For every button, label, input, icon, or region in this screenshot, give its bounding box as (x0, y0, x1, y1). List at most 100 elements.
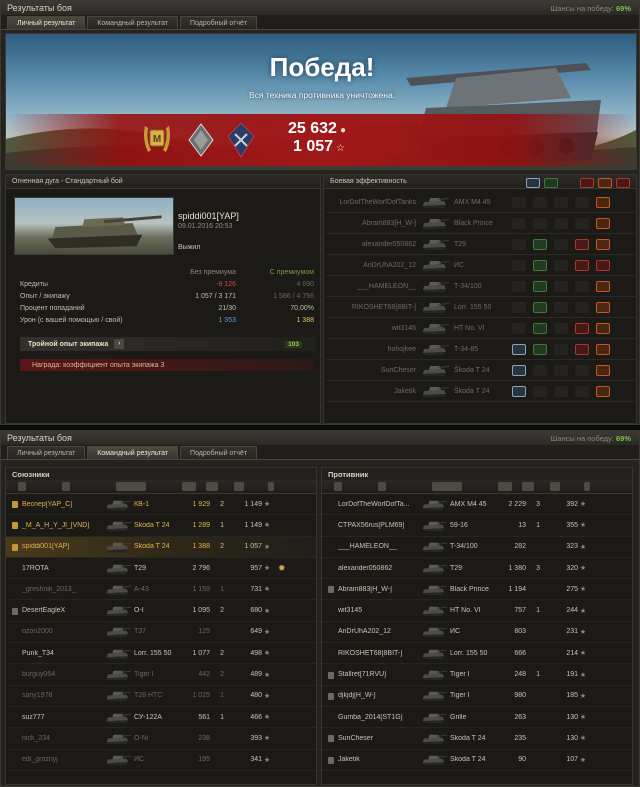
experience-value: 1 057 (293, 138, 334, 155)
efficiency-row[interactable]: Abram883[H_W-] Black Prince (326, 213, 636, 234)
expand-arrow-icon[interactable]: › (114, 339, 125, 349)
team-row[interactable]: suz777 СУ-122А 561 1 466 ★ (6, 707, 316, 729)
team-row[interactable]: edi_groznyj ИС 195 341 ★ (6, 750, 316, 771)
efficiency-row[interactable]: alexander050862 T29 (326, 234, 636, 255)
assist-indicator[interactable] (533, 343, 547, 355)
team-row[interactable]: _greshnik_2013_ A-43 1 159 1 731 ★ (6, 579, 316, 601)
assist-indicator[interactable] (533, 280, 547, 292)
team-row[interactable]: Bесnер[YAP_C] КВ-1 1 929 2 1 149 ★ (6, 494, 316, 516)
achievement-medal-icon[interactable]: ✹ (278, 563, 286, 574)
team-row[interactable]: Jaketik Škoda T 24 90 107 ★ (322, 750, 632, 771)
efficiency-row[interactable]: wit3145 HT No. VI (326, 318, 636, 339)
platoon-icon (328, 756, 334, 764)
efficiency-row[interactable]: AnDrUhA202_12 ИС (326, 255, 636, 276)
xp-star-icon: ★ (579, 543, 587, 551)
efficiency-row[interactable]: SunCheser Škoda T 24 (326, 360, 636, 381)
tab-team-result[interactable]: Командный результат (87, 446, 179, 459)
xp-column-icon[interactable] (550, 482, 560, 491)
damage-indicator[interactable] (596, 301, 610, 313)
medals-column-icon[interactable] (268, 482, 274, 491)
squad-column-icon[interactable] (18, 482, 26, 491)
spotted-indicator[interactable] (512, 364, 526, 376)
team-row[interactable]: AnDrUhA202_12 ИС 803 231 ★ (322, 622, 632, 644)
team-row[interactable]: DesertEagleX O-I 1 095 2 680 ★ (6, 600, 316, 622)
team-row[interactable]: Stallret[71RVU] Tiger I 248 1 191 ★ (322, 664, 632, 686)
damage-column-icon[interactable] (182, 482, 196, 491)
squad-column-icon[interactable] (334, 482, 342, 491)
standard-value: 1 057 / 3 171 (195, 292, 236, 300)
player-column-icon[interactable] (62, 482, 70, 491)
damage-indicator[interactable] (596, 217, 610, 229)
efficiency-row[interactable]: ___HAMELEON__ T-34/100 (326, 276, 636, 297)
rank-badge-icon[interactable] (186, 120, 216, 160)
frags-column-icon[interactable] (206, 482, 218, 491)
squad-icon (12, 501, 18, 509)
assist-indicator[interactable] (533, 322, 547, 334)
vehicle-column-icon[interactable] (116, 482, 146, 491)
xp-value: 1 149 (244, 500, 262, 508)
team-row[interactable]: Abram883[H_W-] Black Prince 1 194 275 ★ (322, 579, 632, 601)
assist-indicator[interactable] (533, 301, 547, 313)
tab-detailed-report[interactable]: Подробный отчёт (180, 446, 258, 459)
efficiency-row[interactable]: hohojkee T-34-85 (326, 339, 636, 360)
damage-column-icon[interactable] (498, 482, 512, 491)
tab-personal-result[interactable]: Личный результат (7, 16, 86, 29)
player-name: Stallret[71RVU] (338, 671, 387, 679)
critical-indicator[interactable] (575, 238, 589, 250)
team-row[interactable]: 17ROTA T29 2 796 957 ★ ✹ (6, 558, 316, 580)
team-row[interactable]: LorDofTheWorlDofTa... AMX M4 45 2 229 3 392 ★ (322, 494, 632, 516)
critical-indicator[interactable] (575, 259, 589, 271)
spotted-indicator (512, 238, 526, 250)
damage-indicator[interactable] (596, 280, 610, 292)
tab-team-result[interactable]: Командный результат (87, 16, 179, 29)
team-row[interactable]: burguy064 Tiger I 442 2 489 ★ (6, 664, 316, 686)
team-row[interactable]: ozon2000 T37 125 649 ★ (6, 622, 316, 644)
xp-column-icon[interactable] (234, 482, 244, 491)
frags-column-icon[interactable] (522, 482, 534, 491)
tab-detailed-report[interactable]: Подробный отчёт (180, 16, 258, 29)
team-row[interactable]: nick_234 O-Ni 238 393 ★ (6, 728, 316, 750)
damage-indicator[interactable] (596, 259, 610, 271)
medals-column-icon[interactable] (584, 482, 590, 491)
damage-indicator[interactable] (596, 385, 610, 397)
efficiency-row[interactable]: RIKOSHET68[8BIT-] Lorr. 155 50 (326, 297, 636, 318)
assist-indicator[interactable] (533, 238, 547, 250)
team-row[interactable]: CTPAX56rus[PLM69] 59-16 13 1 355 ★ (322, 515, 632, 537)
tank-icon (104, 603, 132, 618)
damage-indicator[interactable] (596, 343, 610, 355)
team-row[interactable]: alexander050862 T29 1 380 3 320 ★ (322, 558, 632, 580)
spotted-indicator[interactable] (512, 385, 526, 397)
tank-icon (420, 518, 448, 533)
team-row[interactable]: _M_A_H_Y_Jl_[VND] Škoda T 24 1 289 1 1 149 ★ (6, 515, 316, 537)
efficiency-row[interactable]: LorDofTheWorlDofTanks AMX M4 45 (326, 192, 636, 213)
critical-indicator[interactable] (575, 343, 589, 355)
vehicle-column-icon[interactable] (432, 482, 462, 491)
efficiency-player-name: RIKOSHET68[8BIT-] (351, 303, 416, 311)
spotted-indicator[interactable] (512, 343, 526, 355)
player-name: wit3145 (338, 607, 363, 615)
damage-value: 282 (514, 543, 526, 551)
damage-indicator[interactable] (596, 364, 610, 376)
player-column-icon[interactable] (378, 482, 386, 491)
team-row[interactable]: djkjdj[H_W-] Tiger I 980 185 ★ (322, 686, 632, 707)
critical-indicator[interactable] (575, 322, 589, 334)
credits-earned: 25 632 ● (288, 120, 346, 138)
damage-indicator[interactable] (596, 196, 610, 208)
assist-indicator[interactable] (533, 259, 547, 271)
team-row[interactable]: ___HAMELEON__ T-34/100 282 323 ★ (322, 537, 632, 558)
team-row[interactable]: wit3145 HT No. VI 757 1 244 ★ (322, 600, 632, 622)
team-row[interactable]: RIKOSHET68[8BIT-] Lorr. 155 50 666 214 ★ (322, 643, 632, 665)
mastery-badge-icon[interactable]: M (142, 120, 172, 160)
achievement-badge-icon[interactable] (226, 120, 256, 160)
team-row[interactable]: Punk_T34 Lorr. 155 50 1 077 2 498 ★ (6, 643, 316, 665)
team-row[interactable]: Gumba_2014[ST1G] Grille 263 130 ★ (322, 707, 632, 729)
team-row[interactable]: SunCheser Škoda T 24 235 130 ★ (322, 728, 632, 750)
damage-indicator[interactable] (596, 238, 610, 250)
damage-indicator[interactable] (596, 322, 610, 334)
tab-personal-result[interactable]: Личный результат (7, 446, 86, 459)
team-row[interactable]: spiddi001[YAP] Škoda T 24 1 388 2 1 057 ★ (6, 536, 316, 558)
triple-crew-xp-row[interactable]: Тройной опыт экипажа › 103 (20, 337, 316, 351)
title-bar: Результаты боя Шансы на победу: 69% (1, 1, 639, 15)
team-row[interactable]: sany1978 T28 HTC 1 025 1 480 ★ (6, 686, 316, 707)
efficiency-row[interactable]: Jaketik Škoda T 24 (326, 381, 636, 402)
